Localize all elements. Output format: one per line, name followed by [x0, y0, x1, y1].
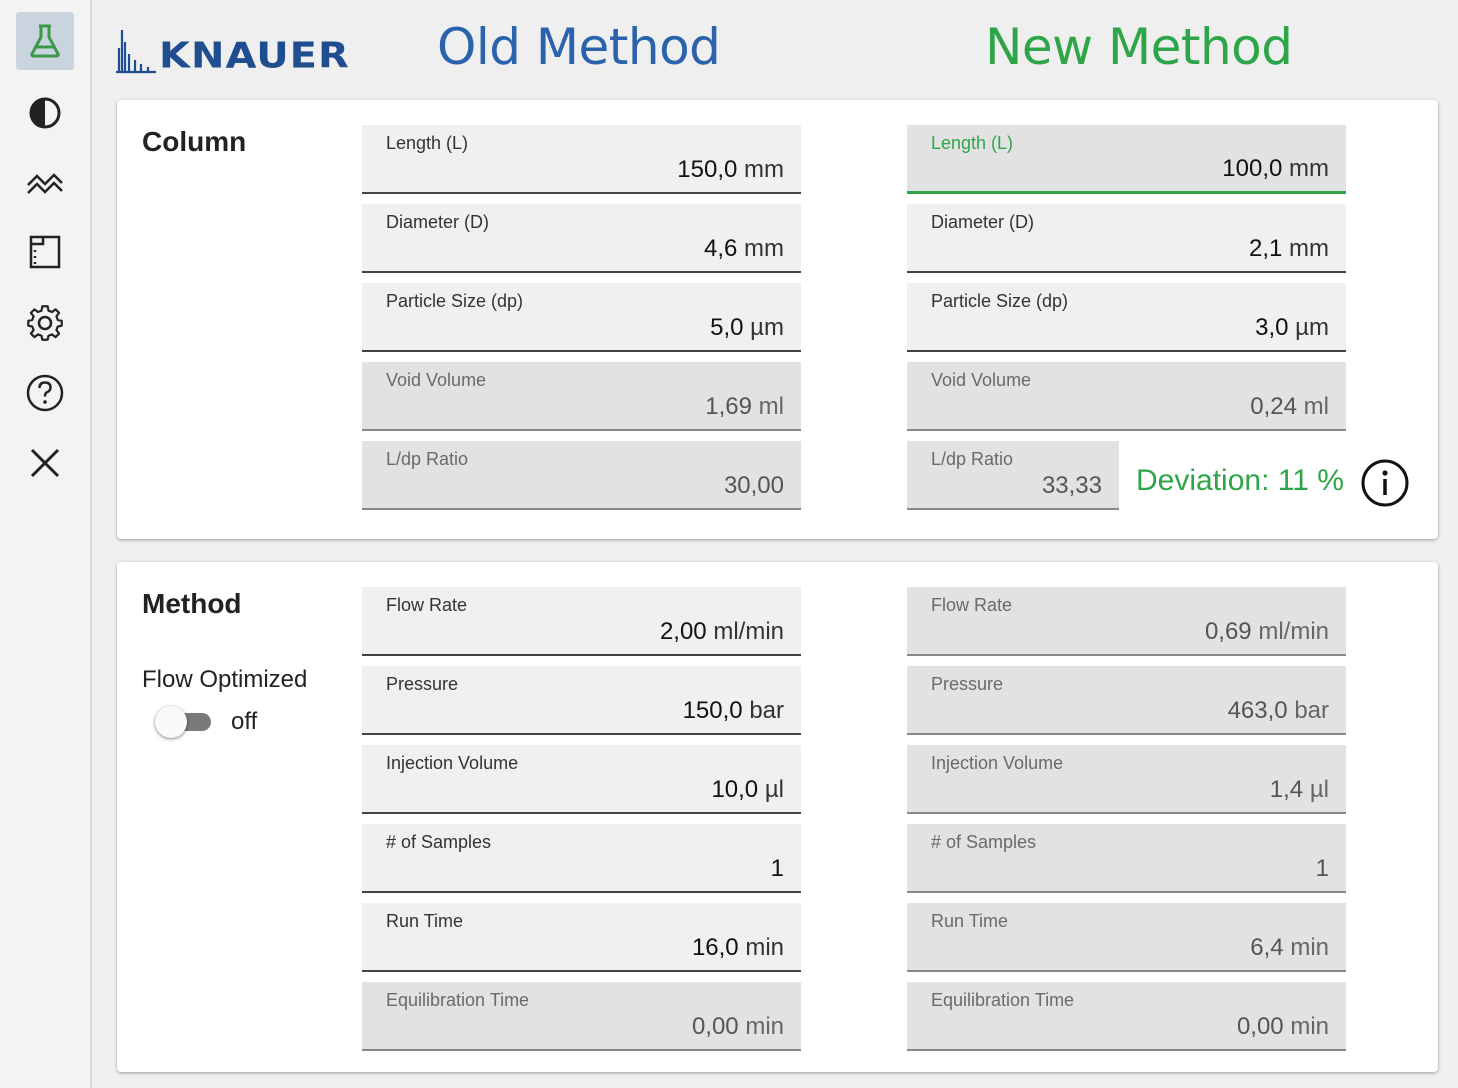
field-label: Injection Volume — [931, 753, 1064, 773]
chromatogram-logo-icon — [116, 30, 156, 74]
field-label: # of Samples — [386, 832, 492, 852]
sidebar — [0, 0, 92, 1088]
field-label: # of Samples — [931, 832, 1037, 852]
field-label: Length (L) — [386, 133, 469, 153]
field-label: Particle Size (dp) — [386, 291, 524, 311]
close-icon — [30, 448, 60, 478]
field-label: Run Time — [386, 911, 464, 931]
sidebar-item-gradient[interactable] — [16, 83, 74, 141]
new-pressure-field: Pressure 463,0 bar — [907, 666, 1346, 735]
field-label: Pressure — [931, 674, 1004, 694]
sidebar-item-close[interactable] — [16, 434, 74, 492]
field-value: 1 — [1315, 855, 1329, 882]
field-label: Equilibration Time — [386, 990, 530, 1010]
info-icon[interactable] — [1360, 458, 1410, 508]
old-equilibration-time-field: Equilibration Time 0,00 min — [362, 982, 801, 1051]
new-run-time-field: Run Time 6,4 min — [907, 903, 1346, 972]
old-flow-rate-field[interactable]: Flow Rate 2,00 ml/min — [362, 587, 801, 656]
sidebar-item-help[interactable] — [16, 364, 74, 422]
field-value: 2,1 mm — [1248, 235, 1329, 262]
old-method-title: Old Method — [437, 18, 721, 76]
sidebar-item-report[interactable] — [16, 223, 74, 281]
report-icon — [29, 235, 61, 269]
field-value: 150,0 mm — [677, 156, 784, 183]
field-label: Length (L) — [931, 133, 1014, 153]
contrast-drop-icon — [29, 97, 61, 129]
new-particle-size-field[interactable]: Particle Size (dp) 3,0 µm — [907, 283, 1346, 352]
field-label: Equilibration Time — [931, 990, 1075, 1010]
field-value: 16,0 min — [691, 934, 784, 961]
field-value: 3,0 µm — [1255, 314, 1329, 341]
field-value: 0,00 min — [1236, 1013, 1329, 1040]
new-method-title: New Method — [985, 18, 1293, 76]
field-value: 463,0 bar — [1227, 697, 1329, 724]
sidebar-item-settings[interactable] — [16, 294, 74, 352]
field-value: 6,4 min — [1250, 934, 1329, 961]
field-value: 5,0 µm — [710, 314, 784, 341]
old-ldp-ratio-field: L/dp Ratio 30,00 — [362, 441, 801, 510]
field-label: Void Volume — [931, 370, 1032, 390]
flow-optimized-label: Flow Optimized — [142, 666, 308, 693]
field-value: 1 — [770, 855, 784, 882]
method-card: Method Flow Optimized off Flow Rate 2,00… — [117, 562, 1438, 1072]
old-run-time-field[interactable]: Run Time 16,0 min — [362, 903, 801, 972]
old-void-volume-field: Void Volume 1,69 ml — [362, 362, 801, 431]
logo-text: KNAUER — [159, 35, 350, 77]
field-label: Flow Rate — [931, 595, 1013, 615]
old-length-field[interactable]: Length (L) 150,0 mm — [362, 125, 801, 194]
field-label: Pressure — [386, 674, 459, 694]
method-section-title: Method — [142, 588, 242, 619]
field-label: Diameter (D) — [931, 212, 1035, 232]
field-value: 0,69 ml/min — [1204, 618, 1329, 645]
gear-icon — [27, 305, 63, 341]
field-value: 1,69 ml — [705, 393, 784, 420]
new-diameter-field[interactable]: Diameter (D) 2,1 mm — [907, 204, 1346, 273]
flow-optimized-toggle[interactable] — [155, 706, 215, 738]
field-label: Flow Rate — [386, 595, 468, 615]
old-injection-volume-field[interactable]: Injection Volume 10,0 µl — [362, 745, 801, 814]
field-value: 100,0 mm — [1222, 155, 1329, 182]
new-injection-volume-field: Injection Volume 1,4 µl — [907, 745, 1346, 814]
field-value: 33,33 — [1041, 472, 1102, 499]
knauer-logo: KNAUER — [115, 14, 350, 74]
toggle-knob — [155, 706, 187, 738]
field-label: L/dp Ratio — [386, 449, 469, 469]
flask-icon — [30, 24, 60, 58]
help-icon — [26, 374, 64, 412]
field-label: Diameter (D) — [386, 212, 490, 232]
field-value: 0,24 ml — [1250, 393, 1329, 420]
chromatogram-icon — [27, 173, 63, 194]
new-samples-field: # of Samples 1 — [907, 824, 1346, 893]
sidebar-item-chromatogram[interactable] — [16, 153, 74, 211]
new-equilibration-time-field: Equilibration Time 0,00 min — [907, 982, 1346, 1051]
old-particle-size-field[interactable]: Particle Size (dp) 5,0 µm — [362, 283, 801, 352]
field-label: Void Volume — [386, 370, 487, 390]
old-diameter-field[interactable]: Diameter (D) 4,6 mm — [362, 204, 801, 273]
sidebar-item-method-transfer[interactable] — [16, 12, 74, 70]
new-length-field[interactable]: Length (L) 100,0 mm — [907, 125, 1346, 194]
old-samples-field[interactable]: # of Samples 1 — [362, 824, 801, 893]
field-value: 1,4 µl — [1269, 776, 1329, 803]
field-value: 0,00 min — [691, 1013, 784, 1040]
old-pressure-field[interactable]: Pressure 150,0 bar — [362, 666, 801, 735]
column-card: Column Length (L) 150,0 mm Diameter (D) … — [117, 100, 1438, 539]
new-flow-rate-field: Flow Rate 0,69 ml/min — [907, 587, 1346, 656]
field-value: 150,0 bar — [682, 697, 784, 724]
field-value: 10,0 µl — [711, 776, 784, 803]
field-label: Injection Volume — [386, 753, 519, 773]
new-void-volume-field: Void Volume 0,24 ml — [907, 362, 1346, 431]
field-value: 30,00 — [723, 472, 784, 499]
field-label: L/dp Ratio — [931, 449, 1014, 469]
field-value: 4,6 mm — [703, 235, 784, 262]
field-label: Particle Size (dp) — [931, 291, 1069, 311]
flow-optimized-state: off — [231, 708, 258, 735]
new-ldp-ratio-field: L/dp Ratio 33,33 — [907, 441, 1119, 510]
deviation-text: Deviation: 11 % — [1136, 464, 1344, 497]
field-label: Run Time — [931, 911, 1009, 931]
field-value: 2,00 ml/min — [659, 618, 784, 645]
column-section-title: Column — [142, 126, 247, 157]
